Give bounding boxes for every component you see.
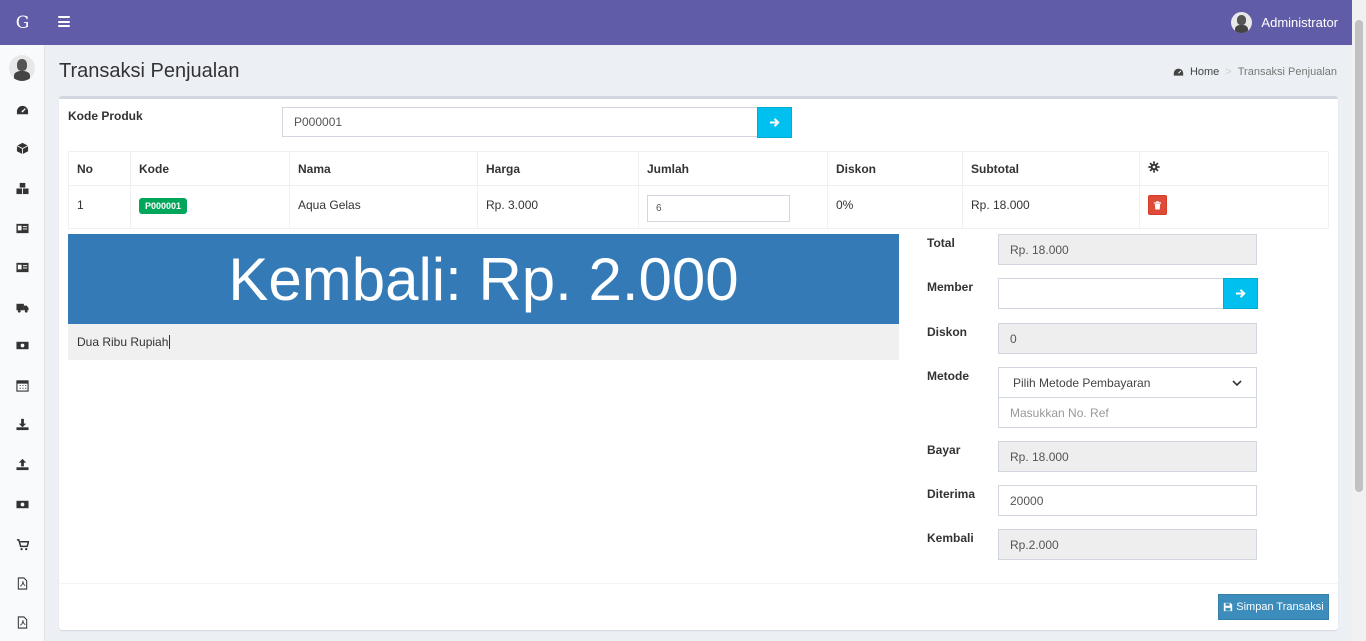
product-code-label: Kode Produk	[68, 109, 143, 123]
page-scrollbar[interactable]	[1352, 0, 1366, 641]
payment-method-selected: Pilih Metode Pembayaran	[1013, 375, 1151, 390]
col-subtotal: Subtotal	[962, 151, 1140, 186]
total-label: Total	[927, 236, 955, 250]
dashboard-icon	[1173, 68, 1184, 76]
amount-received-input[interactable]: 20000	[998, 485, 1257, 516]
breadcrumb-home[interactable]: Home	[1190, 66, 1219, 78]
cell-kode: P000001	[130, 185, 290, 229]
menu-toggle-icon[interactable]	[58, 16, 70, 27]
select-member-button[interactable]	[1223, 278, 1258, 309]
gear-icon	[1148, 161, 1160, 173]
total-field: Rp. 18.000	[998, 234, 1257, 265]
col-diskon: Diskon	[827, 151, 963, 186]
add-product-button[interactable]	[757, 107, 792, 138]
dashboard-icon[interactable]	[15, 103, 29, 117]
save-icon	[1224, 602, 1233, 612]
cube-icon[interactable]	[15, 141, 29, 155]
col-nama: Nama	[289, 151, 478, 186]
scrollbar-thumb[interactable]	[1355, 20, 1363, 492]
breadcrumb: Home > Transaksi Penjualan	[1173, 66, 1337, 78]
truck-icon[interactable]	[15, 300, 29, 314]
cell-diskon: 0%	[827, 185, 963, 229]
reference-number-input[interactable]: Masukkan No. Ref	[998, 397, 1257, 428]
change-words-text: Dua Ribu Rupiah	[77, 335, 169, 349]
user-avatar	[1231, 12, 1253, 33]
delete-item-button[interactable]	[1148, 195, 1167, 215]
user-name: Administrator	[1261, 15, 1338, 30]
payment-method-select[interactable]: Pilih Metode Pembayaran	[998, 367, 1257, 398]
table-row: 1 P000001 Aqua Gelas Rp. 3.000 6 0% Rp. …	[68, 185, 1329, 229]
change-amount-words: Dua Ribu Rupiah	[68, 324, 899, 360]
col-no: No	[68, 151, 131, 186]
trash-icon	[1153, 200, 1162, 210]
page-title: Transaksi Penjualan	[59, 60, 240, 82]
cell-jumlah: 6	[638, 185, 828, 229]
app-logo[interactable]: G	[0, 0, 45, 45]
cell-subtotal: Rp. 18.000	[962, 185, 1140, 229]
calendar-icon[interactable]	[15, 378, 29, 392]
arrow-right-icon	[1235, 289, 1246, 298]
metode-label: Metode	[927, 369, 969, 383]
product-code-badge: P000001	[139, 198, 188, 214]
col-actions	[1139, 151, 1329, 186]
cell-actions	[1139, 185, 1329, 229]
save-transaction-label: Simpan Transaksi	[1236, 601, 1324, 613]
diterima-label: Diterima	[927, 487, 976, 501]
pdf-icon[interactable]	[15, 615, 29, 629]
upload-icon[interactable]	[15, 457, 29, 471]
breadcrumb-current: Transaksi Penjualan	[1237, 66, 1337, 78]
bayar-label: Bayar	[927, 443, 961, 457]
col-jumlah: Jumlah	[638, 151, 828, 186]
sidebar-user-avatar[interactable]	[9, 55, 35, 81]
change-amount-display: Kembali: Rp. 2.000	[68, 234, 899, 324]
items-table: No Kode Nama Harga Jumlah Diskon Subtota…	[68, 151, 1329, 229]
download-icon[interactable]	[15, 417, 29, 431]
col-kode: Kode	[130, 151, 290, 186]
id-card-icon[interactable]	[15, 221, 29, 235]
pdf-icon[interactable]	[15, 576, 29, 590]
chevron-down-icon	[1232, 379, 1242, 386]
user-menu[interactable]: Administrator	[1231, 12, 1338, 33]
id-card-icon[interactable]	[15, 260, 29, 274]
sidebar	[0, 45, 45, 641]
cubes-icon[interactable]	[15, 181, 29, 195]
member-label: Member	[927, 280, 974, 294]
save-transaction-button[interactable]: Simpan Transaksi	[1218, 594, 1329, 620]
money-icon[interactable]	[15, 497, 29, 511]
diskon-label: Diskon	[927, 325, 968, 339]
col-harga: Harga	[477, 151, 639, 186]
diskon-field: 0	[998, 323, 1257, 354]
cell-harga: Rp. 3.000	[477, 185, 639, 229]
box-footer-divider	[59, 583, 1338, 584]
cell-no: 1	[68, 185, 131, 229]
table-header-row: No Kode Nama Harga Jumlah Diskon Subtota…	[68, 151, 1329, 186]
top-navbar: G Administrator	[0, 0, 1366, 45]
cell-nama: Aqua Gelas	[289, 185, 478, 229]
quantity-input[interactable]: 6	[647, 195, 790, 222]
member-input[interactable]	[998, 278, 1224, 309]
money-icon[interactable]	[15, 338, 29, 352]
cart-icon[interactable]	[15, 537, 29, 551]
kembali-field: Rp.2.000	[998, 529, 1257, 560]
bayar-field: Rp. 18.000	[998, 441, 1257, 472]
product-code-input[interactable]: P000001	[282, 107, 758, 137]
arrow-right-icon	[769, 118, 780, 127]
breadcrumb-separator: >	[1225, 66, 1232, 78]
kembali-label: Kembali	[927, 531, 974, 545]
text-cursor	[169, 335, 171, 349]
